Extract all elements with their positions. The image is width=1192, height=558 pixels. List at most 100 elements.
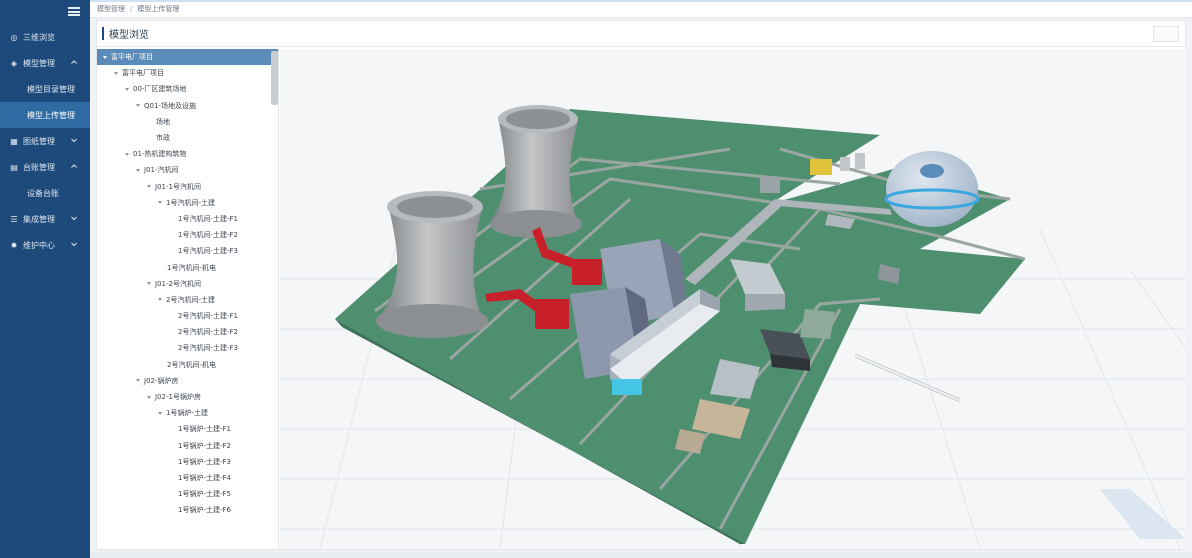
chevron-up-icon bbox=[71, 60, 77, 64]
sidebar-item[interactable]: ▤ 台账管理 bbox=[0, 154, 90, 180]
tree-node[interactable]: 富平电厂项目 bbox=[97, 65, 278, 81]
tree-node[interactable]: Q01-场地及设施 bbox=[97, 98, 278, 114]
sidebar-item-label: 设备台账 bbox=[27, 188, 59, 198]
tree-rows: 富平电厂项目 富平电厂项目 00-厂区建筑场地 Q01-场地及设施 场地 市政 01-热机建… bbox=[97, 49, 278, 518]
sidebar-item[interactable]: ▦ 图纸管理 bbox=[0, 128, 90, 154]
drawing-icon: ▦ bbox=[10, 136, 18, 146]
sidebar-item-label: 台账管理 bbox=[23, 162, 55, 172]
cooling-tower-front bbox=[376, 191, 488, 338]
chevron-down-icon bbox=[71, 216, 77, 221]
sidebar-item-label: 图纸管理 bbox=[23, 136, 55, 146]
sidebar-item-label: 模型管理 bbox=[23, 58, 55, 68]
tree-node-label: 1号汽机间-土建 bbox=[166, 198, 215, 207]
tree-node-label: 1号汽机间-土建-F1 bbox=[178, 214, 238, 223]
tree-node[interactable]: 1号汽机间-土建-F1 bbox=[97, 211, 278, 227]
caret-down-icon[interactable] bbox=[103, 55, 107, 59]
tree-node[interactable]: 1号汽机间-土建 bbox=[97, 195, 278, 211]
sidebar-item[interactable]: ☰ 集成管理 bbox=[0, 206, 90, 232]
tree-node-label: 1号汽机间-土建-F3 bbox=[178, 247, 238, 256]
sidebar-item-label: 集成管理 bbox=[23, 214, 55, 224]
caret-down-icon[interactable] bbox=[147, 282, 151, 286]
tree-node[interactable]: 1号汽机间-土建-F3 bbox=[97, 243, 278, 259]
tree-node[interactable]: 01-热机建构筑物 bbox=[97, 146, 278, 162]
sidebar-item[interactable]: ✹ 维护中心 bbox=[0, 232, 90, 258]
tree-node-label: J01-1号汽机间 bbox=[155, 182, 201, 191]
tree-scrollbar[interactable] bbox=[271, 51, 278, 105]
panel-header: 模型浏览 bbox=[97, 21, 1185, 47]
tree-node[interactable]: 1号锅炉-土建-F4 bbox=[97, 470, 278, 486]
tree-node-label: 1号锅炉-土建-F3 bbox=[178, 457, 231, 466]
chevron-up-icon bbox=[71, 164, 77, 168]
tree-node[interactable]: 2号汽机间-土建-F2 bbox=[97, 324, 278, 340]
caret-down-icon[interactable] bbox=[147, 395, 151, 399]
sidebar-subitem[interactable]: 模型上传管理 bbox=[0, 102, 90, 128]
tree-node[interactable]: 2号汽机间-土建 bbox=[97, 292, 278, 308]
breadcrumb-separator: / bbox=[130, 4, 133, 13]
tree-node-label: 1号锅炉-土建-F4 bbox=[178, 473, 231, 482]
sidebar-item-label: 三维浏览 bbox=[23, 32, 55, 42]
tree-node[interactable]: 1号锅炉-土建 bbox=[97, 405, 278, 421]
tree-node-label: J01-汽机间 bbox=[144, 166, 179, 175]
tree-node-label: 1号锅炉-土建-F6 bbox=[178, 506, 231, 515]
caret-down-icon[interactable] bbox=[125, 152, 129, 156]
tree-node[interactable]: 市政 bbox=[97, 130, 278, 146]
sidebar-item[interactable]: ◈ 模型管理 bbox=[0, 50, 90, 76]
tree-node[interactable]: J02-锅炉房 bbox=[97, 373, 278, 389]
tree-node[interactable]: 富平电厂项目 bbox=[97, 49, 278, 66]
tree-node[interactable]: 1号锅炉-土建-F1 bbox=[97, 421, 278, 437]
caret-down-icon[interactable] bbox=[125, 87, 129, 91]
tree-node[interactable]: 1号锅炉-土建-F2 bbox=[97, 438, 278, 454]
tree-node[interactable]: 2号汽机间-土建-F3 bbox=[97, 340, 278, 356]
caret-down-icon[interactable] bbox=[136, 104, 140, 108]
tree-node-label: 1号锅炉-土建 bbox=[166, 409, 208, 418]
tree-node[interactable]: J02-1号锅炉房 bbox=[97, 389, 278, 405]
sidebar-subitem[interactable]: 设备台账 bbox=[0, 180, 90, 206]
power-plant-3d-scene[interactable] bbox=[280, 49, 1186, 549]
tree-node[interactable]: 1号锅炉-土建-F5 bbox=[97, 486, 278, 502]
tree-node[interactable]: 2号汽机间-土建-F1 bbox=[97, 308, 278, 324]
tree-node[interactable]: 2号汽机间-机电 bbox=[97, 357, 278, 373]
tree-node[interactable]: 1号汽机间-土建-F2 bbox=[97, 227, 278, 243]
caret-down-icon[interactable] bbox=[136, 379, 140, 383]
caret-down-icon[interactable] bbox=[147, 185, 151, 189]
tree-node-label: J02-1号锅炉房 bbox=[155, 393, 201, 402]
tree-node-label: 市政 bbox=[156, 134, 170, 143]
sidebar-subitem[interactable]: 模型目录管理 bbox=[0, 76, 90, 102]
grid-highlight-tile bbox=[1100, 489, 1186, 539]
model-icon: ◈ bbox=[10, 58, 18, 68]
3d-model-viewer[interactable] bbox=[280, 49, 1186, 549]
tree-node[interactable]: 1号锅炉-土建-F6 bbox=[97, 502, 278, 518]
breadcrumb: 模型管理 / 模型上传管理 bbox=[90, 0, 1192, 18]
tree-node-label: 01-热机建构筑物 bbox=[133, 150, 187, 159]
hamburger-icon[interactable] bbox=[68, 7, 80, 16]
sidebar-nav: ◎ 三维浏览 ◈ 模型管理模型目录管理模型上传管理 ▦ 图纸管理 ▤ 台账管理设备台账 ☰ 集成管… bbox=[0, 24, 90, 258]
tree-node-label: 1号锅炉-土建-F2 bbox=[178, 441, 231, 450]
tree-node[interactable]: J01-1号汽机间 bbox=[97, 179, 278, 195]
tree-node-label: 2号汽机间-土建-F3 bbox=[178, 344, 238, 353]
tree-node-label: 00-厂区建筑场地 bbox=[133, 85, 187, 94]
caret-down-icon[interactable] bbox=[158, 201, 162, 205]
tree-node-label: 富平电厂项目 bbox=[111, 53, 153, 62]
tree-node[interactable]: 1号汽机间-机电 bbox=[97, 259, 278, 275]
tree-node-label: 2号汽机间-土建-F1 bbox=[178, 312, 238, 321]
tree-node-label: J01-2号汽机间 bbox=[155, 279, 201, 288]
chevron-down-icon bbox=[71, 138, 77, 143]
tree-node[interactable]: J01-2号汽机间 bbox=[97, 276, 278, 292]
caret-down-icon[interactable] bbox=[158, 411, 162, 415]
caret-down-icon[interactable] bbox=[114, 71, 118, 75]
ledger-icon: ▤ bbox=[10, 162, 18, 172]
panel-header-button[interactable] bbox=[1153, 26, 1179, 42]
tree-node-label: 2号汽机间-土建 bbox=[166, 295, 215, 304]
tree-node[interactable]: 场地 bbox=[97, 114, 278, 130]
caret-down-icon[interactable] bbox=[158, 298, 162, 302]
tree-node[interactable]: J01-汽机间 bbox=[97, 162, 278, 178]
tree-node[interactable]: 00-厂区建筑场地 bbox=[97, 81, 278, 97]
tree-node-label: Q01-场地及设施 bbox=[144, 101, 196, 110]
sidebar-item-label: 模型上传管理 bbox=[27, 110, 75, 120]
sidebar-top bbox=[0, 0, 90, 24]
tree-node[interactable]: 1号锅炉-土建-F3 bbox=[97, 454, 278, 470]
breadcrumb-item-model-management[interactable]: 模型管理 bbox=[97, 4, 125, 14]
tree-node-label: 1号汽机间-土建-F2 bbox=[178, 231, 238, 240]
caret-down-icon[interactable] bbox=[136, 168, 140, 172]
sidebar-item[interactable]: ◎ 三维浏览 bbox=[0, 24, 90, 50]
